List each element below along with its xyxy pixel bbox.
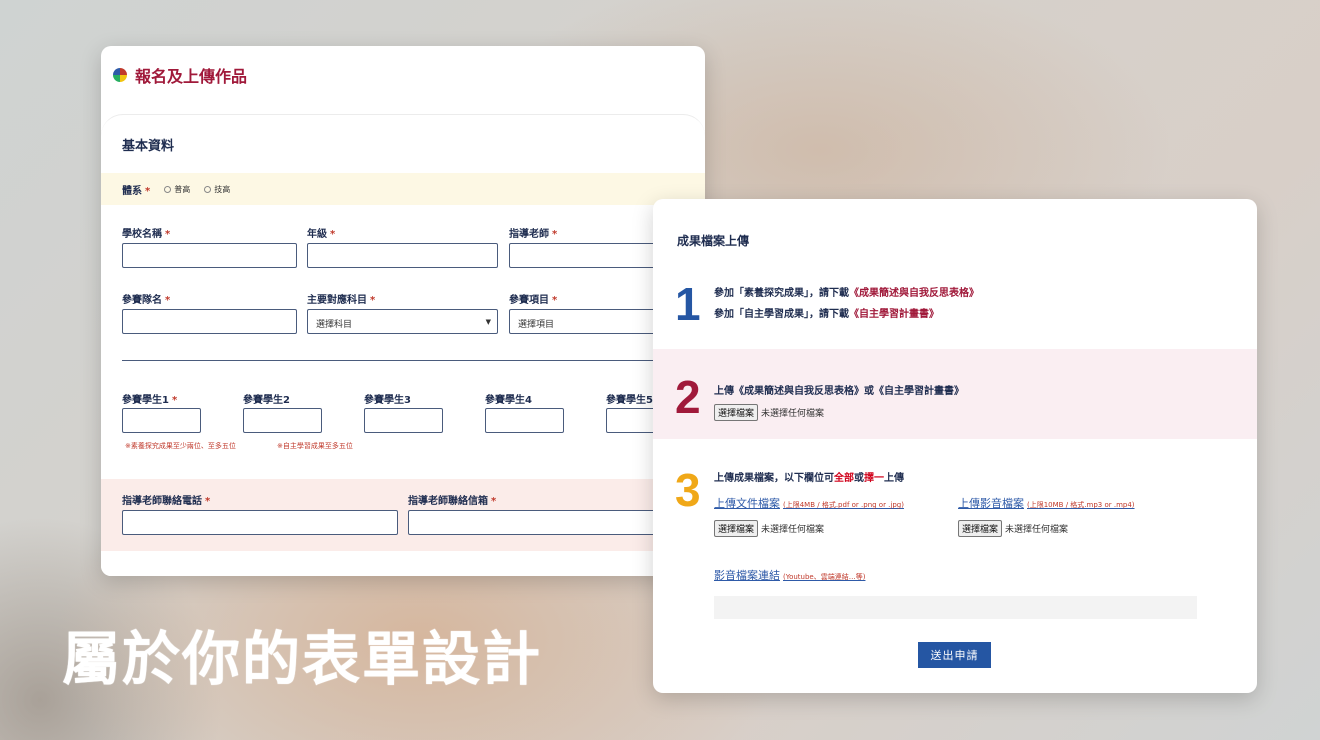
student-4-label: 參賽學生4 (485, 395, 532, 406)
grade-label: 年級 * (307, 229, 336, 240)
upload-section-title: 成果檔案上傳 (677, 234, 750, 248)
submit-button[interactable]: 送出申請 (918, 642, 991, 668)
basic-info-section: 基本資料 體系 * 普高 技高 學校名稱 * 年級 * 指導老師 * 參賽隊名 * 主要對… (101, 114, 705, 576)
document-file-status: 未選擇任何檔案 (761, 525, 825, 535)
entry-item-label: 參賽項目 * (509, 295, 558, 306)
student-3-label: 參賽學生3 (364, 395, 411, 406)
advisor-phone-input[interactable] (122, 510, 398, 535)
student-5-label: 參賽學生5 (606, 395, 653, 406)
note-inquiry: ※素養探究成果至少兩位、至多五位 (125, 442, 236, 450)
system-label: 體系 * (122, 185, 151, 197)
video-file-status: 未選擇任何檔案 (1005, 525, 1069, 535)
subject-label: 主要對應科目 * (307, 295, 376, 306)
radio-general-high[interactable]: 普高 (164, 184, 190, 195)
student-1-label: 參賽學生1 * (122, 395, 178, 406)
subject-select[interactable]: 選擇科目 ▼ (307, 309, 498, 334)
radio-vocational-high[interactable]: 技高 (204, 184, 230, 195)
upload-document-link[interactable]: 上傳文件檔案 (上限4MB / 格式.pdf or .png or .jpg) (714, 495, 904, 511)
student-2-input[interactable] (243, 408, 322, 433)
team-name-label: 參賽隊名 * (122, 295, 171, 306)
card-header: 報名及上傳作品 (101, 46, 705, 104)
school-name-input[interactable] (122, 243, 297, 268)
download-reflection-form-link[interactable]: 《成果簡述與自我反思表格》 (849, 288, 979, 299)
file-status: 未選擇任何檔案 (761, 409, 825, 419)
advisor-email-label: 指導老師聯絡信箱 * (408, 496, 497, 507)
section-divider (122, 360, 705, 361)
section-title: 基本資料 (122, 139, 175, 154)
step-2-number: 2 (675, 371, 701, 423)
radio-circle-icon (204, 185, 212, 193)
radio-circle-icon (164, 185, 172, 193)
step-3-text: 上傳成果檔案，以下欄位可全部或擇一上傳 (714, 473, 904, 484)
step-3-number: 3 (675, 464, 701, 516)
download-plan-link[interactable]: 《自主學習計畫書》 (849, 309, 939, 320)
video-url-label: 影音檔案連結 (Youtube、雲端連結…等) (714, 569, 866, 582)
registration-card: 報名及上傳作品 基本資料 體系 * 普高 技高 學校名稱 * 年級 * 指導老師 * 參… (101, 46, 705, 576)
upload-video-link[interactable]: 上傳影音檔案 (上限10MB / 格式.mp3 or .mp4) (958, 495, 1135, 511)
headline: 屬於你的表單設計 (62, 625, 543, 693)
video-file-input: 選擇檔案 未選擇任何檔案 (958, 520, 1068, 537)
step-2-file-input: 選擇檔案 未選擇任何檔案 (714, 404, 824, 421)
step-2-text: 上傳《成果簡述與自我反思表格》或《自主學習計畫書》 (714, 386, 964, 397)
choose-file-button[interactable]: 選擇檔案 (714, 404, 759, 421)
choose-document-file-button[interactable]: 選擇檔案 (714, 520, 759, 537)
logo-icon (113, 68, 127, 82)
advisor-label: 指導老師 * (509, 229, 558, 240)
upload-card: 成果檔案上傳 1 參加「素養探究成果」，請下載《成果簡述與自我反思表格》 參加「… (653, 199, 1257, 693)
page-title: 報名及上傳作品 (135, 67, 248, 86)
step-1-line-1: 參加「素養探究成果」，請下載《成果簡述與自我反思表格》 (714, 288, 979, 299)
step-1-line-2: 參加「自主學習成果」，請下載《自主學習計畫書》 (714, 309, 939, 320)
document-file-input: 選擇檔案 未選擇任何檔案 (714, 520, 824, 537)
chevron-down-icon: ▼ (485, 318, 491, 326)
school-name-label: 學校名稱 * (122, 229, 171, 240)
step-1-number: 1 (675, 278, 701, 330)
choose-video-file-button[interactable]: 選擇檔案 (958, 520, 1003, 537)
grade-input[interactable] (307, 243, 498, 268)
student-4-input[interactable] (485, 408, 564, 433)
student-1-input[interactable] (122, 408, 201, 433)
student-2-label: 參賽學生2 (243, 395, 290, 406)
student-3-input[interactable] (364, 408, 443, 433)
system-row: 體系 * 普高 技高 (101, 173, 705, 205)
note-self-learning: ※自主學習成果至多五位 (277, 442, 353, 450)
video-url-input[interactable] (714, 596, 1197, 619)
team-name-input[interactable] (122, 309, 297, 334)
contact-row: 指導老師聯絡電話 * 指導老師聯絡信箱 * (101, 479, 705, 551)
advisor-phone-label: 指導老師聯絡電話 * (122, 496, 211, 507)
